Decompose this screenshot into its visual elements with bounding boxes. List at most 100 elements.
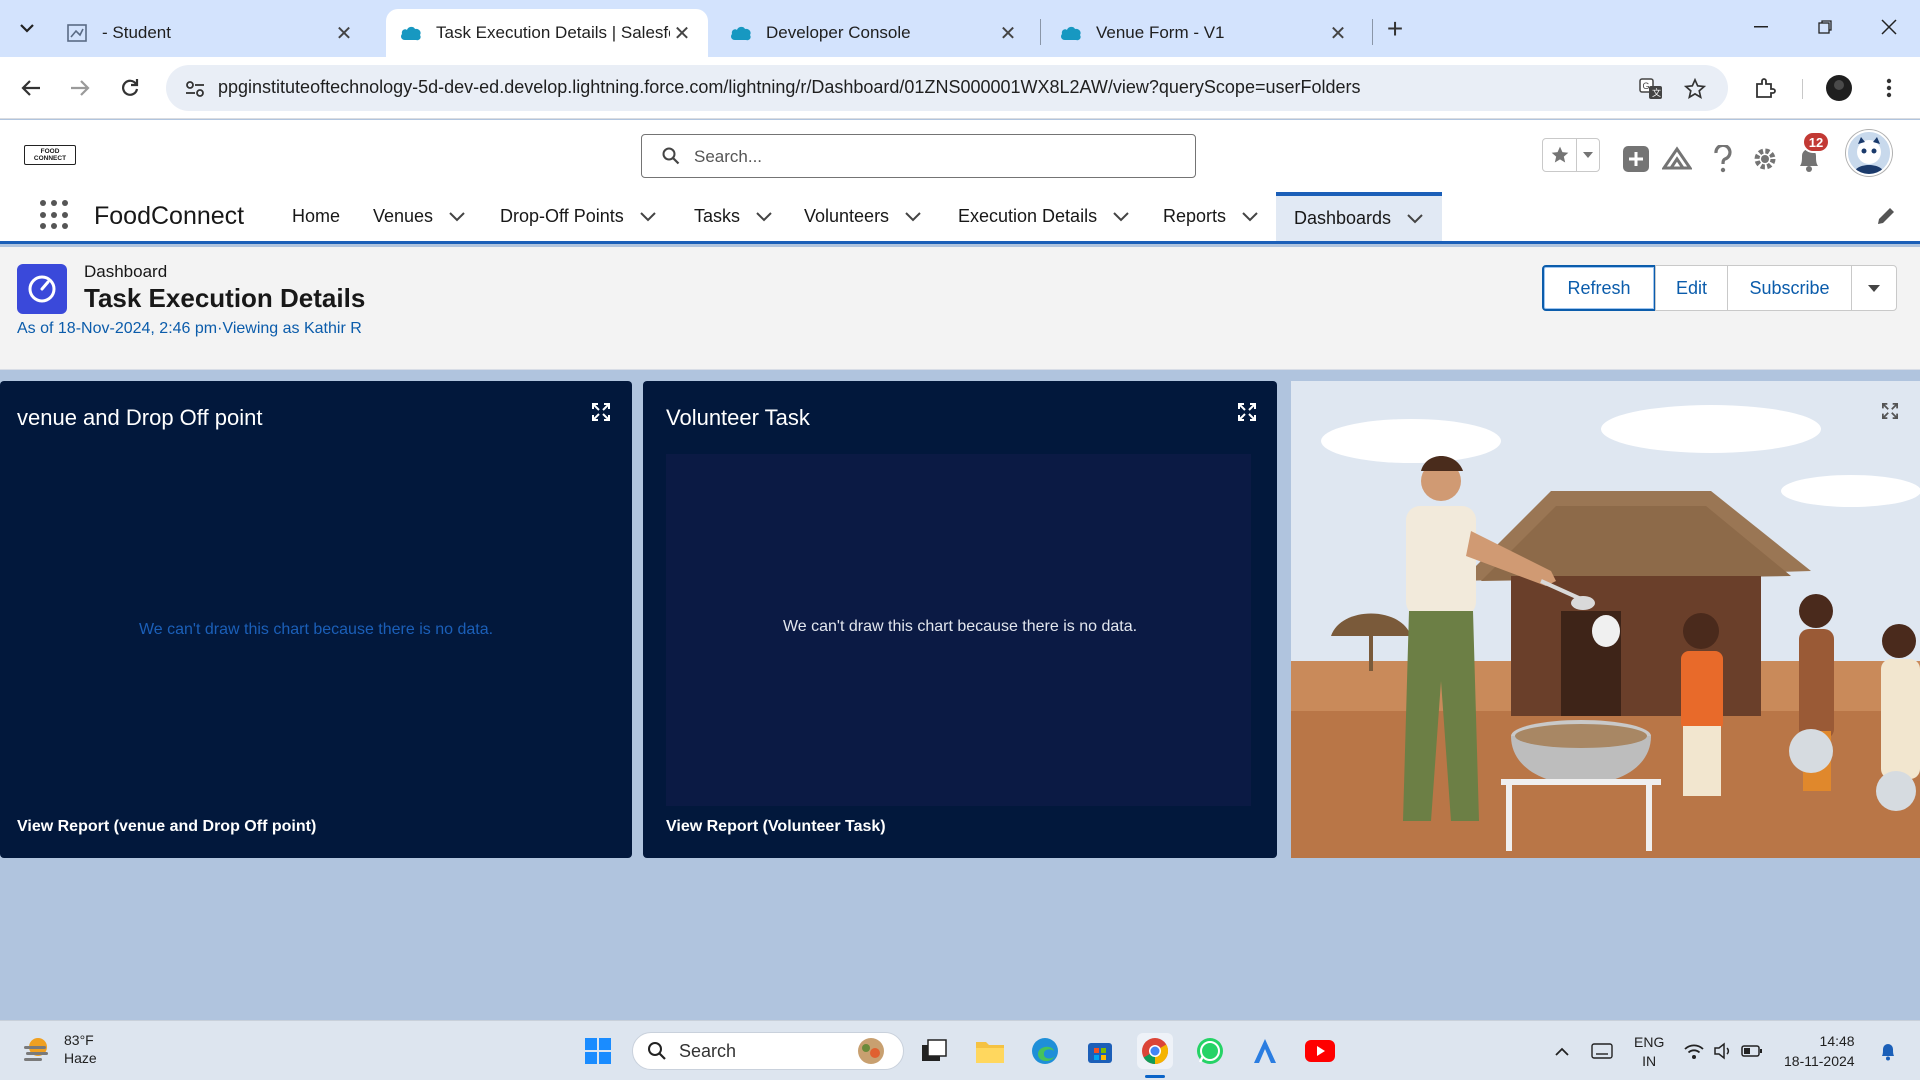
nav-item-venues[interactable]: Venues xyxy=(373,192,465,241)
chevron-down-icon[interactable] xyxy=(1242,211,1258,222)
help-button[interactable] xyxy=(1708,142,1738,176)
browser-tab-task-execution[interactable]: Task Execution Details | Salesfor ✕ xyxy=(386,9,708,57)
chevron-down-icon[interactable] xyxy=(905,211,921,222)
folder-icon xyxy=(976,1042,1004,1063)
restore-button[interactable] xyxy=(1810,12,1840,42)
more-actions-button[interactable] xyxy=(1851,265,1897,311)
nav-item-volunteers[interactable]: Volunteers xyxy=(804,192,921,241)
nav-item-label: Reports xyxy=(1163,206,1227,226)
close-tab-icon[interactable]: ✕ xyxy=(332,21,356,45)
app-launcher-icon[interactable] xyxy=(40,200,70,230)
system-clock[interactable]: 14:48 18-11-2024 xyxy=(1784,1031,1855,1071)
profile-avatar-icon xyxy=(1826,75,1852,101)
store-button[interactable] xyxy=(1082,1033,1118,1069)
edge-button[interactable] xyxy=(1027,1033,1063,1069)
puzzle-icon xyxy=(1756,78,1776,98)
global-search[interactable] xyxy=(641,134,1196,178)
edge-icon xyxy=(1032,1038,1058,1064)
haze-sun-icon xyxy=(24,1038,48,1061)
favorites-star-icon[interactable] xyxy=(1543,139,1577,171)
whatsapp-button[interactable] xyxy=(1192,1033,1228,1069)
nav-item-execution-details[interactable]: Execution Details xyxy=(958,192,1129,241)
setup-button[interactable] xyxy=(1750,142,1780,176)
tab-title: Venue Form - V1 xyxy=(1096,23,1225,42)
trailhead-guide-button[interactable] xyxy=(1660,142,1694,176)
search-highlight-icon xyxy=(858,1038,884,1064)
nav-item-reports[interactable]: Reports xyxy=(1163,192,1258,241)
close-tab-icon[interactable]: ✕ xyxy=(1326,21,1350,45)
notification-center-button[interactable] xyxy=(1870,1033,1906,1069)
browser-menu-button[interactable] xyxy=(1872,71,1906,105)
refresh-button[interactable]: Refresh xyxy=(1542,265,1656,311)
chevron-down-icon[interactable] xyxy=(756,211,772,222)
minimize-button[interactable] xyxy=(1746,12,1776,42)
clock-date: 18-11-2024 xyxy=(1784,1053,1855,1069)
app-a-icon xyxy=(1254,1039,1276,1063)
task-view-button[interactable] xyxy=(916,1033,952,1069)
chevron-up-icon xyxy=(1555,1047,1569,1056)
bookmark-star-icon[interactable] xyxy=(1682,76,1708,102)
nav-item-home[interactable]: Home xyxy=(292,192,340,241)
weather-temperature: 83°F xyxy=(64,1032,94,1048)
translate-icon[interactable]: G文 xyxy=(1638,76,1664,102)
url-text: ppginstituteoftechnology-5d-dev-ed.devel… xyxy=(218,77,1361,97)
chevron-down-icon[interactable] xyxy=(1407,213,1423,224)
reload-button[interactable] xyxy=(113,71,147,105)
expand-icon[interactable] xyxy=(1238,403,1258,423)
new-tab-button[interactable]: + xyxy=(1380,13,1410,44)
favorites-button-group[interactable] xyxy=(1542,138,1600,172)
browser-tab-developer-console[interactable]: Developer Console ✕ xyxy=(716,9,1034,57)
forward-button[interactable] xyxy=(63,71,97,105)
close-window-button[interactable] xyxy=(1874,12,1904,42)
active-app-indicator xyxy=(1145,1075,1165,1078)
nav-item-label: Dashboards xyxy=(1294,208,1392,228)
foodconnect-logo[interactable]: FOOD CONNECT xyxy=(24,145,76,165)
edit-nav-pencil-icon[interactable] xyxy=(1876,206,1896,231)
browser-tab-venue-form[interactable]: Venue Form - V1 ✕ xyxy=(1046,9,1364,57)
back-button[interactable] xyxy=(14,71,48,105)
back-arrow-icon xyxy=(21,80,40,96)
close-tab-icon[interactable]: ✕ xyxy=(996,21,1020,45)
global-actions-button[interactable] xyxy=(1620,142,1652,176)
view-report-link[interactable]: View Report (venue and Drop Off point) xyxy=(17,818,316,836)
tab-search-button[interactable] xyxy=(12,10,42,46)
file-explorer-button[interactable] xyxy=(972,1033,1008,1069)
subscribe-button[interactable]: Subscribe xyxy=(1727,265,1852,311)
favorites-chevron-icon[interactable] xyxy=(1577,139,1599,171)
show-hidden-icons-button[interactable] xyxy=(1544,1033,1580,1069)
browser-tab-student[interactable]: - Student ✕ xyxy=(52,9,370,57)
chevron-down-icon[interactable] xyxy=(449,211,465,222)
weather-widget[interactable]: 83°F Haze xyxy=(22,1031,97,1067)
site-settings-icon[interactable] xyxy=(182,76,208,102)
app-button[interactable] xyxy=(1247,1033,1283,1069)
quick-settings-button[interactable] xyxy=(1680,1033,1766,1069)
extensions-button[interactable] xyxy=(1748,71,1782,105)
profile-button[interactable] xyxy=(1822,71,1856,105)
salesforce-cloud-icon xyxy=(730,22,752,44)
keyboard-button[interactable] xyxy=(1584,1033,1620,1069)
forward-arrow-icon xyxy=(71,80,90,96)
input-language[interactable]: ENG IN xyxy=(1634,1033,1664,1071)
dashboard-component-volunteer-task: Volunteer Task We can't draw this chart … xyxy=(643,381,1277,858)
plus-square-icon xyxy=(1623,146,1649,172)
close-tab-icon[interactable]: ✕ xyxy=(670,21,694,45)
nav-item-tasks[interactable]: Tasks xyxy=(694,192,772,241)
taskbar-search[interactable]: Search xyxy=(632,1032,904,1070)
chevron-down-icon[interactable] xyxy=(1113,211,1129,222)
edit-button[interactable]: Edit xyxy=(1655,265,1728,311)
nav-item-drop-off-points[interactable]: Drop-Off Points xyxy=(500,192,656,241)
expand-icon[interactable] xyxy=(1882,403,1900,421)
chrome-button[interactable] xyxy=(1137,1033,1173,1069)
chevron-down-icon[interactable] xyxy=(640,211,656,222)
start-button[interactable] xyxy=(580,1033,616,1069)
global-search-input[interactable] xyxy=(694,145,1174,169)
expand-icon[interactable] xyxy=(592,403,612,423)
reload-icon xyxy=(122,79,139,96)
youtube-button[interactable] xyxy=(1302,1033,1338,1069)
nav-item-dashboards[interactable]: Dashboards xyxy=(1276,192,1442,241)
address-bar[interactable]: ppginstituteoftechnology-5d-dev-ed.devel… xyxy=(166,65,1728,111)
dashboard-image-component xyxy=(1291,381,1920,858)
nav-item-label: Execution Details xyxy=(958,206,1098,226)
view-report-link[interactable]: View Report (Volunteer Task) xyxy=(666,818,886,836)
user-avatar[interactable] xyxy=(1846,130,1892,176)
